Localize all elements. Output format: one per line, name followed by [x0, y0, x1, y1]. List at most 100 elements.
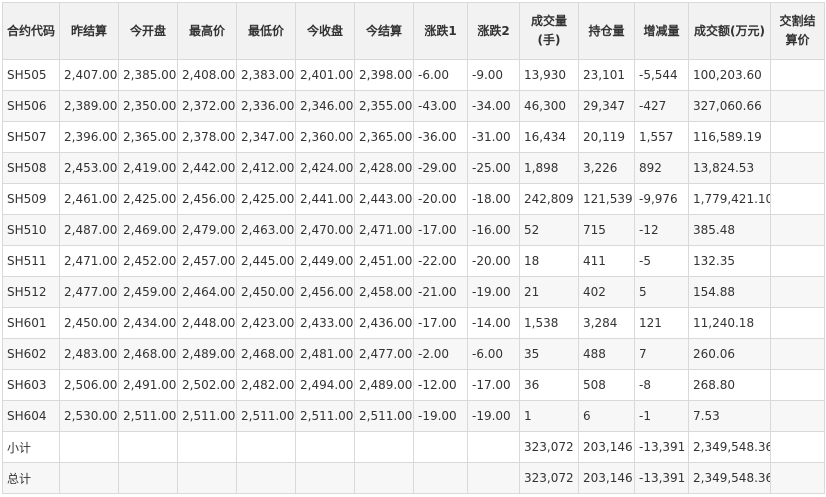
- table-cell: 2,425.00: [118, 183, 178, 215]
- table-cell: SH508: [2, 152, 60, 184]
- total-row: 总计 323,072 203,146 -13,391 2,349,548.36: [2, 462, 825, 494]
- header-delivery-settle: 交割结算价: [770, 2, 825, 60]
- table-cell: 100,203.60: [688, 59, 771, 91]
- table-cell: SH602: [2, 338, 60, 370]
- table-cell: 2,456.00: [295, 276, 355, 308]
- table-cell: 121,539: [578, 183, 635, 215]
- empty-cell: [770, 462, 825, 494]
- table-cell: 2,407.00: [59, 59, 119, 91]
- table-cell: 2,365.00: [354, 121, 414, 153]
- table-cell: 2,365.00: [118, 121, 178, 153]
- table-cell: -17.00: [467, 369, 520, 401]
- table-cell: 2,461.00: [59, 183, 119, 215]
- table-row: SH604 2,530.00 2,511.00 2,511.00 2,511.00 2,5…: [2, 400, 825, 432]
- table-cell: 892: [634, 152, 689, 184]
- table-cell: -19.00: [413, 400, 468, 432]
- table-cell: 2,450.00: [236, 276, 296, 308]
- table-cell: 21: [519, 276, 579, 308]
- table-cell: 2,355.00: [354, 90, 414, 122]
- table-cell: -22.00: [413, 245, 468, 277]
- table-cell: 715: [578, 214, 635, 246]
- empty-cell: [59, 462, 119, 494]
- header-oi-change: 增减量: [634, 2, 689, 60]
- table-cell: 2,511.00: [354, 400, 414, 432]
- table-cell: 2,412.00: [236, 152, 296, 184]
- table-row: SH511 2,471.00 2,452.00 2,457.00 2,445.00 2,4…: [2, 245, 825, 277]
- header-prev-settle: 昨结算: [59, 2, 119, 60]
- table-cell: 2,433.00: [295, 307, 355, 339]
- header-change2: 涨跌2: [467, 2, 520, 60]
- table-cell: [770, 214, 825, 246]
- table-cell: SH604: [2, 400, 60, 432]
- table-cell: -31.00: [467, 121, 520, 153]
- table-cell: -14.00: [467, 307, 520, 339]
- table-cell: 2,450.00: [59, 307, 119, 339]
- table-cell: 1,898: [519, 152, 579, 184]
- table-cell: 2,452.00: [118, 245, 178, 277]
- table-cell: 2,436.00: [354, 307, 414, 339]
- empty-cell: [354, 431, 414, 463]
- table-cell: 46,300: [519, 90, 579, 122]
- table-cell: 2,506.00: [59, 369, 119, 401]
- table-cell: 23,101: [578, 59, 635, 91]
- subtotal-label: 小计: [2, 431, 60, 463]
- table-cell: 2,423.00: [236, 307, 296, 339]
- table-cell: SH512: [2, 276, 60, 308]
- table-cell: 2,396.00: [59, 121, 119, 153]
- table-row: SH602 2,483.00 2,468.00 2,489.00 2,468.00 2,4…: [2, 338, 825, 370]
- table-cell: 2,372.00: [177, 90, 237, 122]
- table-cell: 2,428.00: [354, 152, 414, 184]
- table-cell: 1,779,421.10: [688, 183, 771, 215]
- table-row: SH603 2,506.00 2,491.00 2,502.00 2,482.00 2,4…: [2, 369, 825, 401]
- table-cell: 2,453.00: [59, 152, 119, 184]
- table-cell: 2,336.00: [236, 90, 296, 122]
- table-cell: -8: [634, 369, 689, 401]
- table-cell: 2,471.00: [59, 245, 119, 277]
- table-cell: 2,463.00: [236, 214, 296, 246]
- table-cell: [770, 245, 825, 277]
- table-body: SH505 2,407.00 2,385.00 2,408.00 2,383.00 2,4…: [2, 59, 825, 432]
- table-cell: 3,226: [578, 152, 635, 184]
- table-cell: 268.80: [688, 369, 771, 401]
- table-cell: -6.00: [467, 338, 520, 370]
- empty-cell: [177, 462, 237, 494]
- header-volume: 成交量(手): [519, 2, 579, 60]
- table-cell: 2,383.00: [236, 59, 296, 91]
- table-cell: 2,511.00: [118, 400, 178, 432]
- table-cell: 2,491.00: [118, 369, 178, 401]
- table-cell: 2,471.00: [354, 214, 414, 246]
- empty-cell: [236, 431, 296, 463]
- table-cell: 508: [578, 369, 635, 401]
- table-cell: SH507: [2, 121, 60, 153]
- table-cell: 2,419.00: [118, 152, 178, 184]
- table-cell: 13,930: [519, 59, 579, 91]
- table-cell: -12: [634, 214, 689, 246]
- subtotal-open-interest: 203,146: [578, 431, 635, 463]
- table-cell: [770, 369, 825, 401]
- table-cell: SH510: [2, 214, 60, 246]
- table-cell: -5: [634, 245, 689, 277]
- table-cell: 36: [519, 369, 579, 401]
- table-cell: -427: [634, 90, 689, 122]
- table-cell: 2,346.00: [295, 90, 355, 122]
- header-open-interest: 持仓量: [578, 2, 635, 60]
- header-settle: 今结算: [354, 2, 414, 60]
- table-cell: 35: [519, 338, 579, 370]
- table-cell: 2,469.00: [118, 214, 178, 246]
- table-footer: 小计 323,072 203,146 -13,391 2,349,548.36 …: [2, 431, 825, 494]
- table-cell: -9,976: [634, 183, 689, 215]
- table-cell: 2,378.00: [177, 121, 237, 153]
- total-turnover: 2,349,548.36: [688, 462, 771, 494]
- total-label: 总计: [2, 462, 60, 494]
- header-close: 今收盘: [295, 2, 355, 60]
- total-change: -13,391: [634, 462, 689, 494]
- table-cell: 2,451.00: [354, 245, 414, 277]
- header-high: 最高价: [177, 2, 237, 60]
- table-row: SH512 2,477.00 2,459.00 2,464.00 2,450.00 2,4…: [2, 276, 825, 308]
- table-cell: 52: [519, 214, 579, 246]
- empty-cell: [295, 462, 355, 494]
- table-cell: 2,511.00: [236, 400, 296, 432]
- header-contract-code: 合约代码: [2, 2, 60, 60]
- table-cell: 402: [578, 276, 635, 308]
- table-cell: -29.00: [413, 152, 468, 184]
